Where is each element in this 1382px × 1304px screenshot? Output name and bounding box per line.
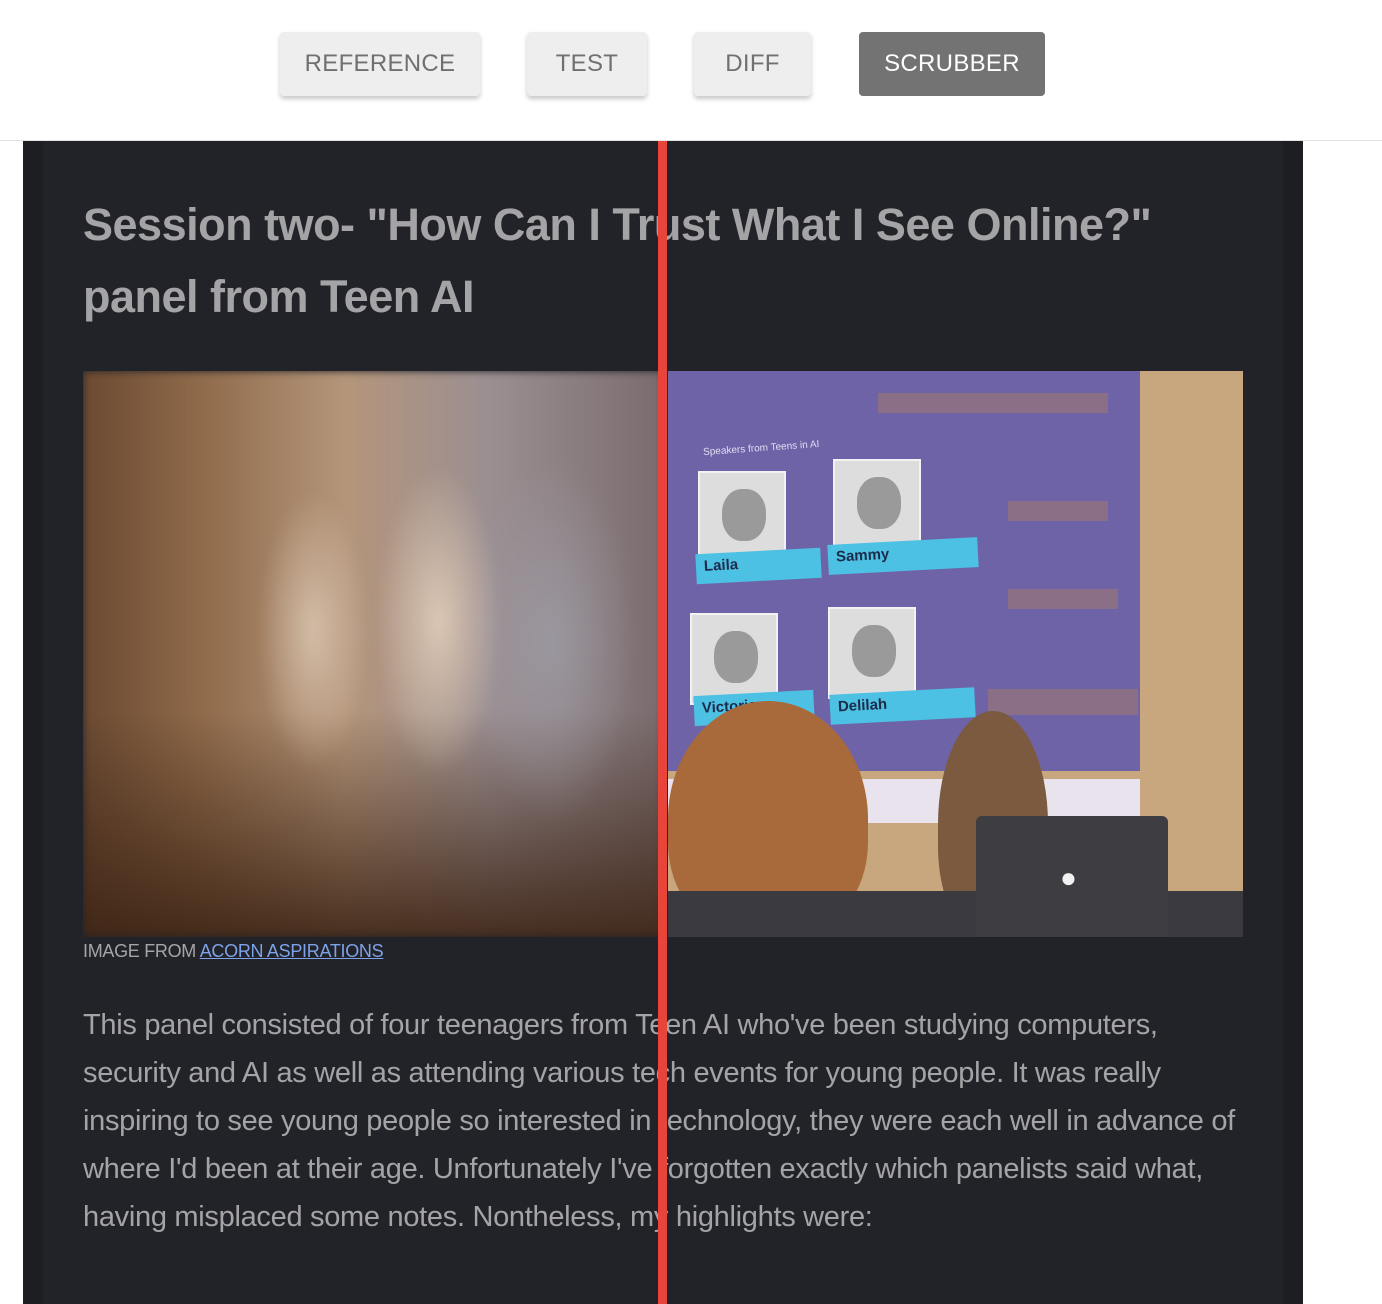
scrubber-button[interactable]: SCRUBBER xyxy=(859,32,1045,96)
speaker-label: Laila xyxy=(695,547,822,585)
slide-heading: Speakers from Teens in AI xyxy=(702,438,820,459)
speaker-label: Sammy xyxy=(827,537,979,575)
speaker-photo xyxy=(833,459,921,551)
article-paragraph: This panel consisted of four teenagers f… xyxy=(83,1009,1235,1233)
image-caption: IMAGE FROM ACORN ASPIRATIONS xyxy=(83,941,384,962)
caption-prefix: IMAGE FROM xyxy=(83,941,196,961)
speaker-photo xyxy=(828,607,916,699)
reference-button[interactable]: REFERENCE xyxy=(280,32,480,96)
speaker-photo xyxy=(690,613,778,705)
speaker-label: Delilah xyxy=(829,687,976,725)
panel-photo: Speakers from Teens in AI Laila Sammy Vi… xyxy=(668,371,1243,937)
apple-logo-icon: ● xyxy=(1060,862,1077,893)
blurred-reference-image xyxy=(83,371,663,937)
test-button[interactable]: TEST xyxy=(527,32,647,96)
diff-button[interactable]: DIFF xyxy=(694,32,811,96)
caption-link[interactable]: ACORN ASPIRATIONS xyxy=(200,941,384,961)
scrubber-handle[interactable] xyxy=(658,141,667,1304)
laptop: ● xyxy=(976,816,1168,937)
mode-toolbar: REFERENCE TEST DIFF SCRUBBER xyxy=(0,0,1382,141)
